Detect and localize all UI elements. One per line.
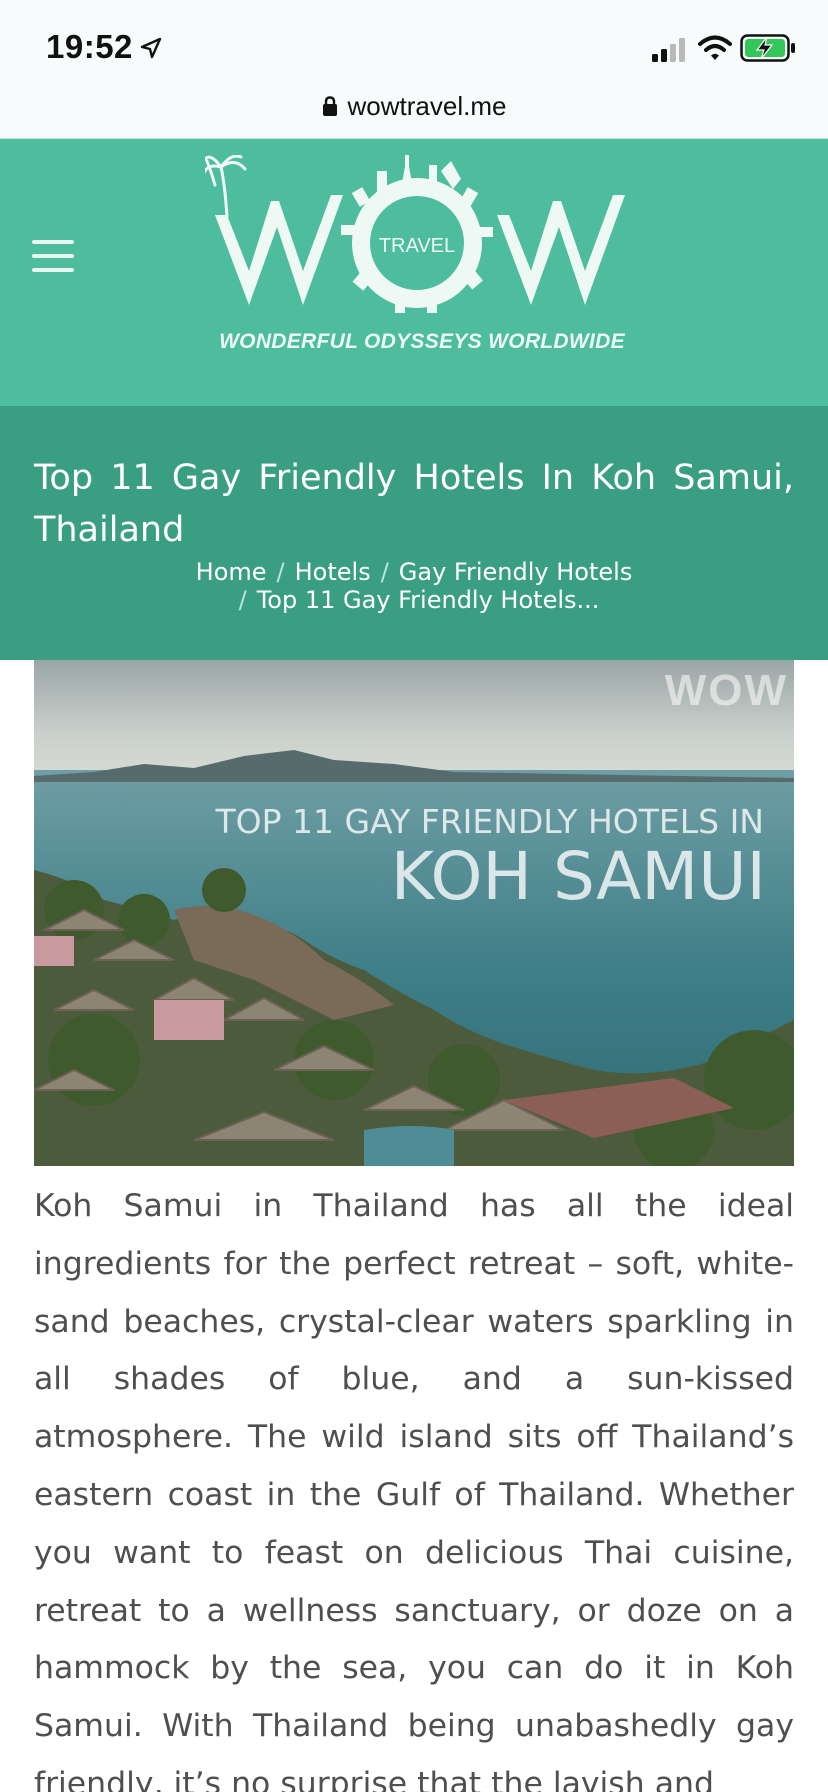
article-intro: Koh Samui in Thailand has all the ideal … — [34, 1188, 794, 1792]
location-arrow-icon — [140, 37, 162, 59]
hero-caption-line2: KOH SAMUI — [390, 838, 766, 915]
status-time: 19:52 — [46, 28, 133, 65]
lock-icon — [322, 96, 337, 116]
breadcrumb-hotels[interactable]: Hotels — [295, 558, 371, 586]
breadcrumb-gay-friendly-hotels[interactable]: Gay Friendly Hotels — [399, 558, 633, 586]
logo-tagline: WONDERFUL ODYSSEYS WORLDWIDE — [219, 330, 625, 353]
breadcrumb-separator: / — [276, 558, 285, 586]
hero-image[interactable]: WOW TOP 11 GAY FRIENDLY HOTELS IN KOH SA… — [34, 660, 794, 1166]
hero-watermark: WOW — [664, 666, 788, 715]
breadcrumb: Home / Hotels / Gay Friendly Hotels / Top 11 G… — [34, 558, 794, 614]
address-bar[interactable]: wowtravel.me — [0, 86, 828, 139]
breadcrumb-separator: / — [238, 586, 247, 614]
cellular-signal-icon — [652, 38, 685, 62]
battery-charging-icon — [740, 34, 795, 62]
logo-badge: TRAVEL — [379, 235, 455, 257]
breadcrumb-home[interactable]: Home — [196, 558, 267, 586]
hamburger-menu-icon[interactable] — [32, 240, 76, 274]
wifi-icon — [698, 35, 732, 60]
status-bar: 19:52 — [0, 0, 828, 86]
page: 19:52 wowtravel.me TRAVEL WONDERFUL ODYS… — [0, 0, 828, 1792]
url-text[interactable]: wowtravel.me — [348, 91, 507, 122]
page-title: Top 11 Gay Friendly Hotels In Koh Samui,… — [34, 458, 794, 550]
breadcrumb-current: Top 11 Gay Friendly Hotels... — [256, 586, 600, 614]
hero-caption-line1: TOP 11 GAY FRIENDLY HOTELS IN — [215, 802, 764, 841]
breadcrumb-separator: / — [380, 558, 389, 586]
